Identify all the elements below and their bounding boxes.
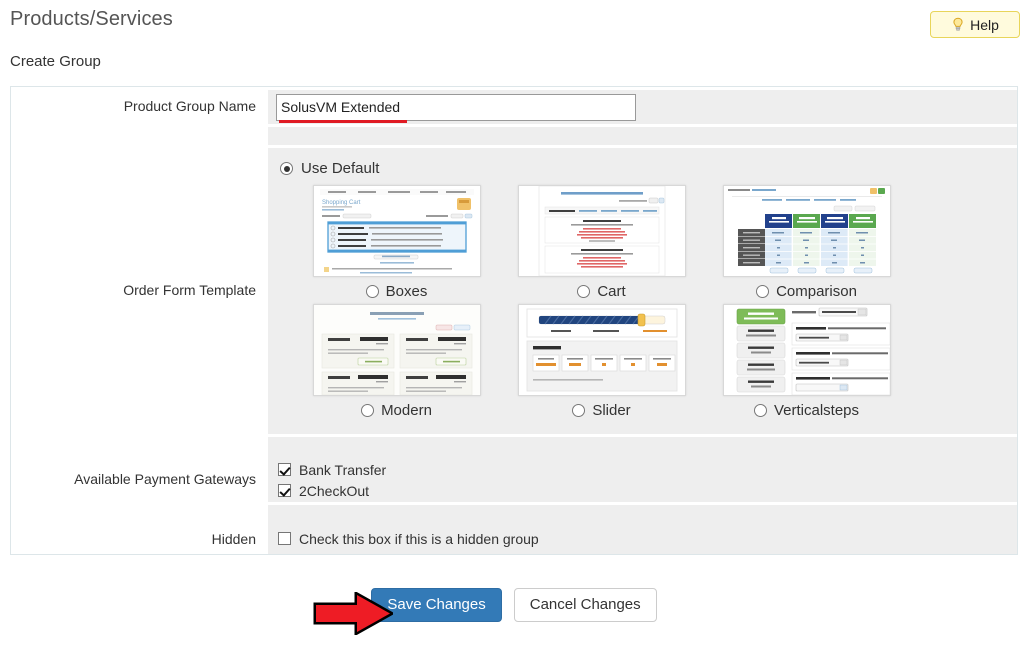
template-caption-comparison[interactable]: Comparison — [704, 283, 909, 300]
help-label: Help — [970, 16, 999, 33]
hidden-field-cell: Check this box if this is a hidden group — [268, 523, 1017, 554]
template-thumbnail-cart[interactable] — [517, 185, 686, 277]
hidden-checkbox-label: Check this box if this is a hidden group — [299, 530, 539, 547]
cancel-changes-button[interactable]: Cancel Changes — [513, 588, 657, 622]
spacer-field-3 — [268, 502, 1017, 523]
template-option-boxes[interactable]: Shopping Cart Boxes — [294, 185, 499, 300]
template-thumbnail-slider[interactable] — [517, 304, 686, 396]
group-name-input[interactable] — [276, 93, 636, 121]
hidden-label: Hidden — [11, 523, 268, 554]
template-option-cart[interactable]: Cart — [499, 185, 704, 300]
template-option-modern[interactable]: Modern — [294, 304, 499, 419]
save-changes-button[interactable]: Save Changes — [371, 588, 502, 622]
template-option-verticalsteps[interactable]: Verticalsteps — [704, 304, 909, 419]
create-group-form: Product Group Name Order Form Template U… — [10, 86, 1018, 555]
form-row-spacer-3 — [11, 502, 1017, 523]
use-default-option[interactable]: Use Default — [268, 148, 1017, 177]
template-label-verticalsteps: Verticalsteps — [773, 402, 860, 419]
group-name-label: Product Group Name — [11, 87, 268, 124]
checkbox-2checkout[interactable] — [278, 484, 291, 497]
form-row-order-form-template: Order Form Template Use Default Shopping… — [11, 145, 1017, 434]
gateway-option-bank-transfer[interactable]: Bank Transfer — [278, 459, 1017, 480]
gateway-label-bank-transfer: Bank Transfer — [299, 461, 387, 478]
red-underline-annotation — [279, 119, 407, 123]
template-thumbnail-verticalsteps[interactable] — [722, 304, 891, 396]
svg-text:Shopping Cart: Shopping Cart — [322, 200, 361, 206]
spacer-field-2 — [268, 434, 1017, 455]
spacer-field-1 — [268, 124, 1017, 145]
group-name-input-wrapper — [276, 93, 636, 123]
payment-gateways-label: Available Payment Gateways — [11, 455, 268, 502]
template-caption-slider[interactable]: Slider — [499, 402, 704, 419]
gateway-label-2checkout: 2CheckOut — [299, 482, 370, 499]
checkbox-bank-transfer[interactable] — [278, 463, 291, 476]
form-row-spacer-2 — [11, 434, 1017, 455]
spacer-label-3 — [11, 502, 268, 523]
template-caption-modern[interactable]: Modern — [294, 402, 499, 419]
gateway-option-2checkout[interactable]: 2CheckOut — [278, 480, 1017, 501]
group-name-field-cell — [268, 87, 1017, 124]
payment-gateways-field-cell: Bank Transfer 2CheckOut — [268, 455, 1017, 502]
template-caption-verticalsteps[interactable]: Verticalsteps — [704, 402, 909, 419]
template-label-comparison: Comparison — [776, 283, 857, 300]
form-row-payment-gateways: Available Payment Gateways Bank Transfer… — [11, 455, 1017, 502]
template-grid: Shopping Cart Boxes Cart Comparison Mode… — [268, 177, 914, 423]
lightbulb-icon — [951, 17, 965, 32]
help-button[interactable]: Help — [930, 11, 1020, 38]
form-row-group-name: Product Group Name — [11, 87, 1017, 124]
template-label-slider: Slider — [592, 402, 631, 419]
template-thumbnail-boxes[interactable]: Shopping Cart — [312, 185, 481, 277]
template-label-boxes: Boxes — [385, 283, 428, 300]
radio-template-slider[interactable] — [572, 404, 586, 417]
page-subtitle: Create Group — [10, 53, 101, 70]
order-form-template-field-cell: Use Default Shopping Cart Boxes Cart Com… — [268, 145, 1017, 434]
hidden-option[interactable]: Check this box if this is a hidden group — [278, 528, 539, 549]
page-title: Products/Services — [10, 8, 173, 30]
checkbox-hidden-group[interactable] — [278, 532, 291, 545]
template-label-cart: Cart — [597, 283, 626, 300]
template-option-slider[interactable]: Slider — [499, 304, 704, 419]
radio-template-verticalsteps[interactable] — [753, 404, 767, 417]
order-form-template-label: Order Form Template — [11, 145, 268, 434]
template-label-modern: Modern — [381, 402, 432, 419]
template-thumbnail-comparison[interactable] — [722, 185, 891, 277]
form-row-hidden: Hidden Check this box if this is a hidde… — [11, 523, 1017, 554]
radio-template-comparison[interactable] — [756, 285, 770, 298]
radio-template-modern[interactable] — [361, 404, 375, 417]
form-row-spacer-1 — [11, 124, 1017, 145]
radio-use-default[interactable] — [280, 162, 293, 175]
spacer-label-1 — [11, 124, 268, 145]
radio-template-boxes[interactable] — [365, 285, 379, 298]
template-caption-boxes[interactable]: Boxes — [294, 283, 499, 300]
template-option-comparison[interactable]: Comparison — [704, 185, 909, 300]
spacer-label-2 — [11, 434, 268, 455]
use-default-label: Use Default — [301, 160, 380, 177]
form-actions: Save Changes Cancel Changes — [0, 588, 1028, 622]
template-caption-cart[interactable]: Cart — [499, 283, 704, 300]
template-thumbnail-modern[interactable] — [312, 304, 481, 396]
radio-template-cart[interactable] — [577, 285, 591, 298]
